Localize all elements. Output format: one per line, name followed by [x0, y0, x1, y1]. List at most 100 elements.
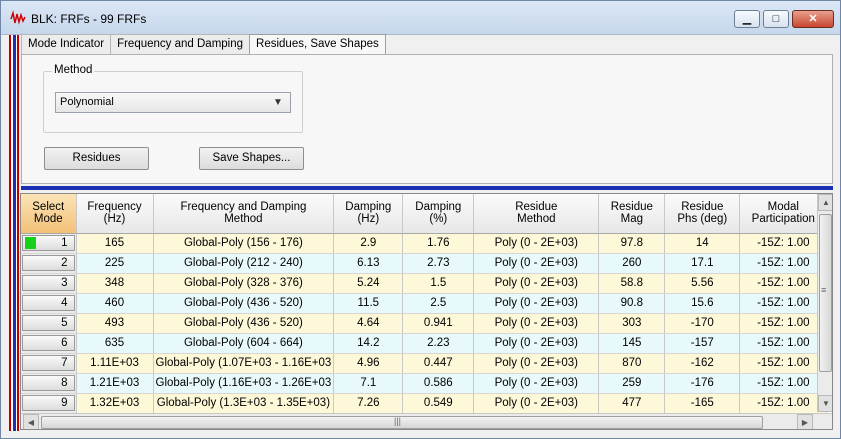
- table-cell: 7.26: [333, 393, 404, 414]
- mode-number: 1: [61, 237, 68, 249]
- table-cell: 6.13: [333, 253, 404, 274]
- table-row[interactable]: 5 493 Global-Poly (436 - 520) 4.64 0.941 Poly…: [21, 313, 828, 334]
- mode-number: 6: [61, 337, 68, 349]
- table-cell: Global-Poly (436 - 520): [153, 293, 335, 314]
- column-header[interactable]: Residue Mag: [598, 194, 666, 234]
- scroll-right-icon[interactable]: ▶: [797, 414, 813, 429]
- vertical-scroll-thumb[interactable]: ≡: [819, 214, 832, 372]
- table-cell: 7.1: [333, 373, 404, 394]
- select-mode-cell[interactable]: 1: [21, 233, 77, 254]
- tab-panel: Method Polynomial ▼ Residues Save Shapes…: [21, 54, 833, 184]
- table-cell: Poly (0 - 2E+03): [473, 273, 600, 294]
- select-mode-cell[interactable]: 4: [21, 293, 77, 314]
- table-cell: -15Z: 1.00: [739, 313, 828, 334]
- table-cell: Poly (0 - 2E+03): [473, 313, 600, 334]
- table-cell: 2.73: [402, 253, 475, 274]
- table-cell: -15Z: 1.00: [739, 353, 828, 374]
- mode-select-button[interactable]: 1: [22, 235, 75, 251]
- title-bar[interactable]: BLK: FRFs - 99 FRFs ▁ □ ✕: [1, 1, 840, 35]
- table-cell: Global-Poly (328 - 376): [153, 273, 335, 294]
- table-cell: -15Z: 1.00: [739, 333, 828, 354]
- table-cell: 17.1: [664, 253, 741, 274]
- minimize-button[interactable]: ▁: [734, 10, 760, 28]
- tab-mode-indicator[interactable]: Mode Indicator: [21, 34, 112, 54]
- table-cell: Poly (0 - 2E+03): [473, 333, 600, 354]
- mode-select-button[interactable]: 7: [22, 355, 75, 371]
- table-cell: 348: [76, 273, 154, 294]
- mode-number: 9: [61, 397, 68, 409]
- table-cell: Poly (0 - 2E+03): [473, 373, 600, 394]
- table-cell: 2.23: [402, 333, 475, 354]
- column-header[interactable]: Damping (Hz): [333, 194, 404, 234]
- splitter-bar[interactable]: [21, 186, 833, 190]
- vertical-scrollbar[interactable]: ▲ ≡ ▼: [817, 194, 832, 412]
- mode-number: 2: [61, 257, 68, 269]
- table-row[interactable]: 1 165 Global-Poly (156 - 176) 2.9 1.76 Poly (…: [21, 233, 828, 254]
- table-cell: 97.8: [598, 233, 666, 254]
- table-cell: -170: [664, 313, 741, 334]
- column-header[interactable]: Residue Method: [473, 194, 600, 234]
- select-mode-cell[interactable]: 2: [21, 253, 77, 274]
- select-mode-cell[interactable]: 7: [21, 353, 77, 374]
- grip-icon: ≡: [821, 285, 827, 295]
- chevron-down-icon: ▼: [273, 97, 283, 108]
- residues-button[interactable]: Residues: [44, 147, 149, 170]
- scroll-down-icon[interactable]: ▼: [818, 395, 832, 412]
- mode-select-button[interactable]: 4: [22, 295, 75, 311]
- table-row[interactable]: 6 635 Global-Poly (604 - 664) 14.2 2.23 Poly …: [21, 333, 828, 354]
- waveform-icon: [10, 10, 26, 25]
- mode-number: 3: [61, 277, 68, 289]
- table-cell: 1.11E+03: [76, 353, 154, 374]
- select-mode-cell[interactable]: 9: [21, 393, 77, 414]
- table-cell: 5.24: [333, 273, 404, 294]
- scroll-left-icon[interactable]: ◀: [23, 414, 39, 429]
- table-cell: 2.9: [333, 233, 404, 254]
- table-cell: 303: [598, 313, 666, 334]
- table-row[interactable]: 4 460 Global-Poly (436 - 520) 11.5 2.5 Poly (…: [21, 293, 828, 314]
- table-cell: 4.64: [333, 313, 404, 334]
- select-mode-cell[interactable]: 3: [21, 273, 77, 294]
- table-cell: Poly (0 - 2E+03): [473, 353, 600, 374]
- select-mode-cell[interactable]: 6: [21, 333, 77, 354]
- method-dropdown[interactable]: Polynomial ▼: [55, 92, 291, 113]
- table-cell: -15Z: 1.00: [739, 373, 828, 394]
- mode-select-button[interactable]: 6: [22, 335, 75, 351]
- select-mode-cell[interactable]: 8: [21, 373, 77, 394]
- scroll-up-icon[interactable]: ▲: [818, 194, 832, 211]
- close-button[interactable]: ✕: [792, 10, 834, 28]
- table-cell: Global-Poly (212 - 240): [153, 253, 335, 274]
- horizontal-scrollbar[interactable]: ◀ ||| ▶: [21, 413, 832, 429]
- column-header[interactable]: Residue Phs (deg): [664, 194, 741, 234]
- table-row[interactable]: 9 1.32E+03 Global-Poly (1.3E+03 - 1.35E+03…: [21, 393, 828, 414]
- table-header-row: Select Mode Frequency (Hz) Frequency and D…: [21, 194, 828, 234]
- maximize-button[interactable]: □: [763, 10, 789, 28]
- table-cell: 0.549: [402, 393, 475, 414]
- tab-frequency-damping[interactable]: Frequency and Damping: [110, 34, 251, 54]
- table-cell: Global-Poly (156 - 176): [153, 233, 335, 254]
- select-mode-cell[interactable]: 5: [21, 313, 77, 334]
- column-header[interactable]: Select Mode: [21, 194, 77, 234]
- column-header[interactable]: Damping (%): [402, 194, 475, 234]
- table-cell: 477: [598, 393, 666, 414]
- window-title: BLK: FRFs - 99 FRFs: [31, 12, 147, 26]
- save-shapes-button[interactable]: Save Shapes...: [199, 147, 304, 170]
- table-cell: 493: [76, 313, 154, 334]
- mode-select-button[interactable]: 3: [22, 275, 75, 291]
- table-row[interactable]: 8 1.21E+03 Global-Poly (1.16E+03 - 1.26E+0…: [21, 373, 828, 394]
- mode-select-button[interactable]: 5: [22, 315, 75, 331]
- tab-residues-save-shapes[interactable]: Residues, Save Shapes: [249, 34, 386, 55]
- table-cell: 5.56: [664, 273, 741, 294]
- mode-select-button[interactable]: 2: [22, 255, 75, 271]
- table-cell: 225: [76, 253, 154, 274]
- column-header[interactable]: Frequency and Damping Method: [153, 194, 335, 234]
- table-row[interactable]: 3 348 Global-Poly (328 - 376) 5.24 1.5 Poly (…: [21, 273, 828, 294]
- mode-select-button[interactable]: 8: [22, 375, 75, 391]
- mode-select-button[interactable]: 9: [22, 395, 75, 411]
- column-header[interactable]: Frequency (Hz): [76, 194, 154, 234]
- table-cell: 4.96: [333, 353, 404, 374]
- table-row[interactable]: 7 1.11E+03 Global-Poly (1.07E+03 - 1.16E+0…: [21, 353, 828, 374]
- column-header[interactable]: Modal Participation: [739, 194, 828, 234]
- table-cell: 460: [76, 293, 154, 314]
- horizontal-scroll-thumb[interactable]: |||: [41, 416, 763, 429]
- table-row[interactable]: 2 225 Global-Poly (212 - 240) 6.13 2.73 Poly …: [21, 253, 828, 274]
